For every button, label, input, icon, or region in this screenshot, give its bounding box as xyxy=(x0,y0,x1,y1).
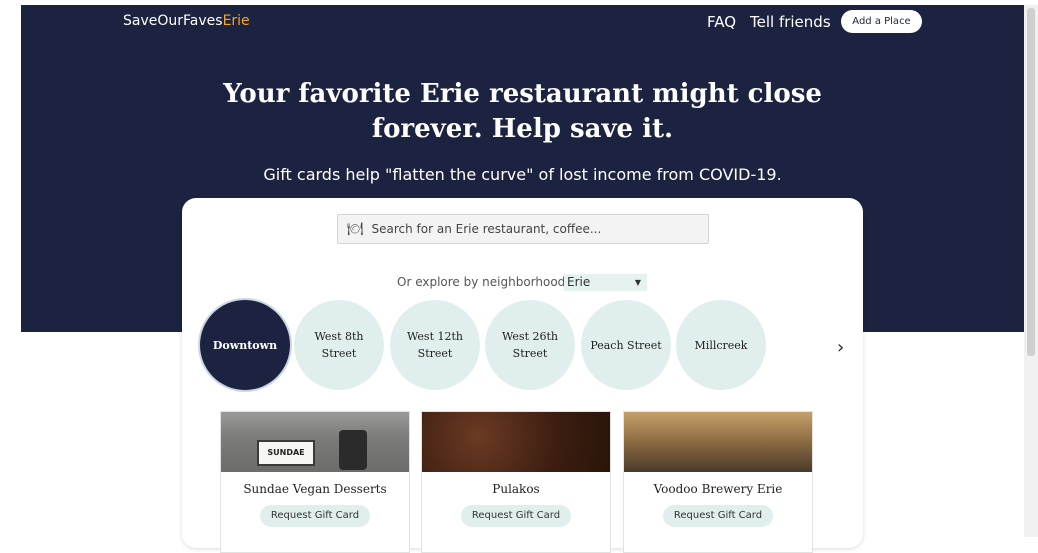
restaurant-search-input[interactable]: 🍽 Search for an Erie restaurant, coffee.… xyxy=(337,214,709,244)
search-placeholder: Search for an Erie restaurant, coffee... xyxy=(371,222,602,236)
neighborhood-west-12th-street[interactable]: West 12th Street xyxy=(390,300,480,390)
explore-card: 🍽 Search for an Erie restaurant, coffee.… xyxy=(182,198,863,553)
decor-shape xyxy=(339,430,367,470)
request-gift-card-button[interactable]: Request Gift Card xyxy=(663,505,773,527)
neighborhood-label: Downtown xyxy=(212,338,278,352)
page-subtitle: Gift cards help "flatten the curve" of l… xyxy=(263,165,782,184)
neighborhood-peach-street[interactable]: Peach Street xyxy=(581,300,671,390)
page-title-line-2: forever. Help save it. xyxy=(371,114,674,144)
city-select[interactable]: Erie ▼ xyxy=(564,274,647,291)
neighborhood-label: West 26th Street xyxy=(502,330,558,360)
nav-tell-friends-link[interactable]: Tell friends xyxy=(750,13,831,31)
place-card-sundae[interactable]: SUNDAE Sundae Vegan Desserts Request Gif… xyxy=(220,411,410,553)
brand-name: SaveOurFaves xyxy=(123,13,223,29)
neighborhood-label: West 12th Street xyxy=(407,330,463,360)
page-scrollbar-thumb[interactable] xyxy=(1027,8,1035,356)
chevron-right-icon[interactable]: › xyxy=(837,337,844,358)
neighborhood-label: West 8th Street xyxy=(314,330,364,360)
neighborhood-label: Peach Street xyxy=(590,338,662,352)
city-select-value: Erie xyxy=(567,275,591,289)
explore-label: Or explore by neighborhood in xyxy=(397,275,581,289)
place-photo: SUNDAE xyxy=(221,412,409,472)
brand-city: Erie xyxy=(222,13,250,29)
place-name: Pulakos xyxy=(492,482,540,496)
neighborhood-downtown[interactable]: Downtown xyxy=(200,300,290,390)
place-name: Sundae Vegan Desserts xyxy=(243,482,387,496)
place-card-voodoo[interactable]: Voodoo Brewery Erie Request Gift Card xyxy=(623,411,813,553)
page-title: Your favorite Erie restaurant might clos… xyxy=(21,77,1024,147)
page-title-line-1: Your favorite Erie restaurant might clos… xyxy=(223,79,822,109)
neighborhood-west-8th-street[interactable]: West 8th Street xyxy=(294,300,384,390)
place-name: Voodoo Brewery Erie xyxy=(653,482,783,496)
nav-faq-link[interactable]: FAQ xyxy=(707,13,736,31)
add-place-button[interactable]: Add a Place xyxy=(841,10,922,33)
neighborhood-millcreek[interactable]: Millcreek xyxy=(676,300,766,390)
sundae-sign: SUNDAE xyxy=(257,440,315,466)
brand-logo[interactable]: SaveOurFavesErie xyxy=(123,13,250,29)
chevron-down-icon: ▼ xyxy=(634,278,641,287)
place-photo xyxy=(422,412,610,472)
neighborhood-west-26th-street[interactable]: West 26th Street xyxy=(485,300,575,390)
request-gift-card-button[interactable]: Request Gift Card xyxy=(461,505,571,527)
place-photo xyxy=(624,412,812,472)
request-gift-card-button[interactable]: Request Gift Card xyxy=(260,505,370,527)
neighborhood-label: Millcreek xyxy=(694,338,748,352)
place-card-pulakos[interactable]: Pulakos Request Gift Card xyxy=(421,411,611,553)
plate-icon: 🍽 xyxy=(347,221,364,237)
top-navbar: SaveOurFavesErie FAQ Tell friends Add a … xyxy=(21,5,1024,41)
